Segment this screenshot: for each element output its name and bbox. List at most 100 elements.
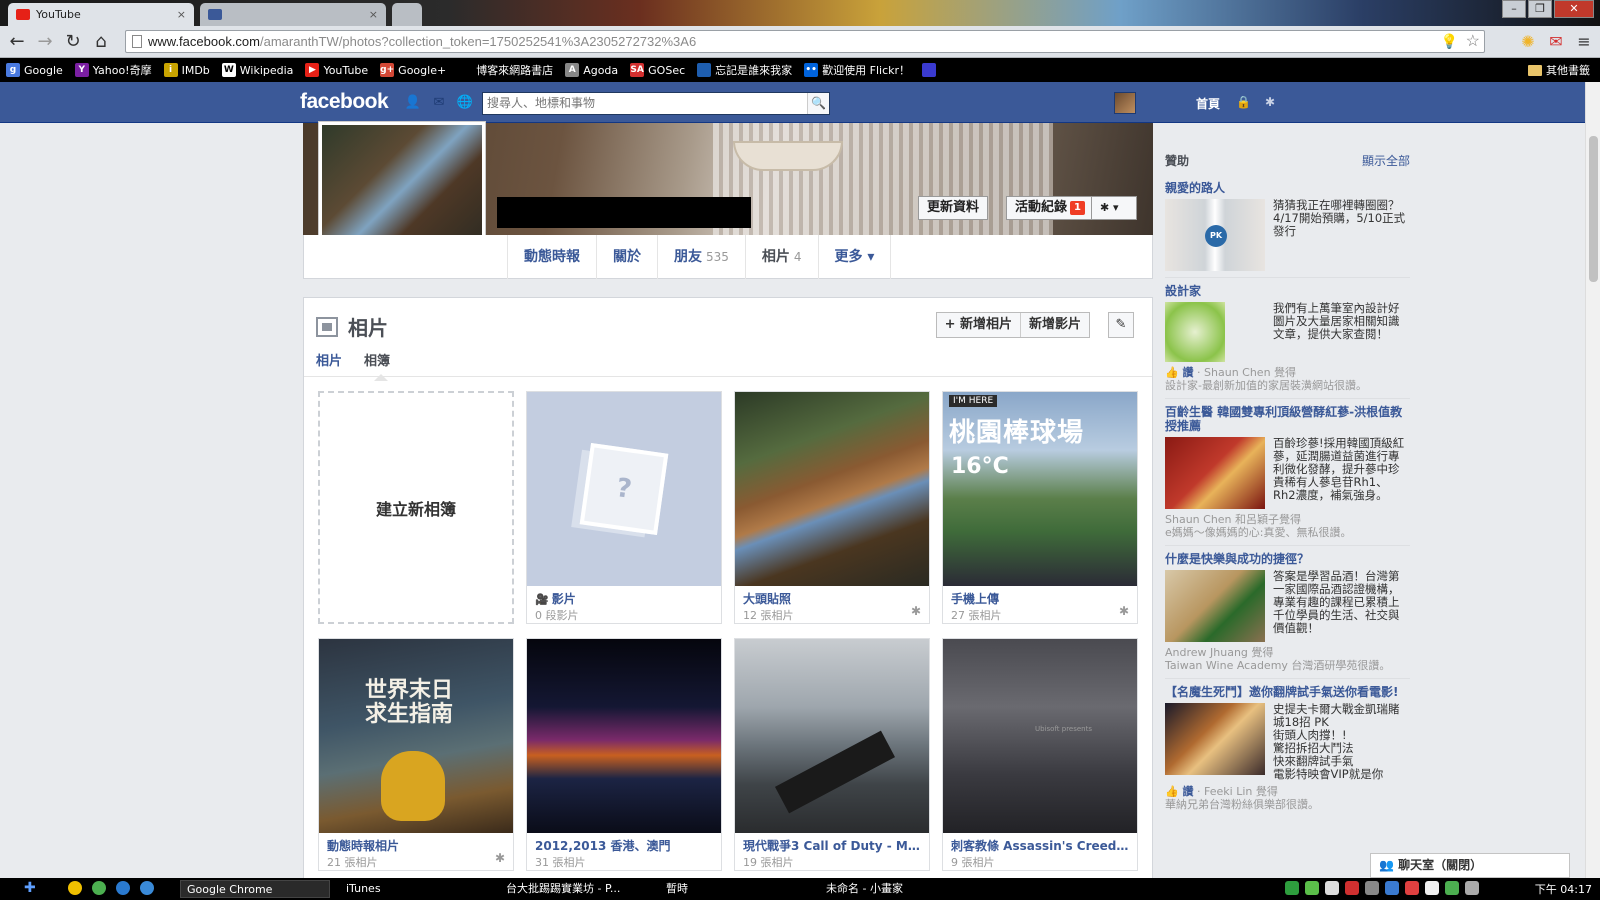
ad-title[interactable]: 百齡生醫 韓國雙專利頂級營酵紅蔘-洪根值教授推薦 (1165, 405, 1410, 433)
settings-gear-icon[interactable]: ✱ (1265, 95, 1275, 109)
taskbar-item[interactable]: iTunes (340, 880, 490, 898)
tray-icon[interactable] (1445, 881, 1459, 895)
restore-icon[interactable]: ❐ (1528, 0, 1552, 18)
album-gear-icon[interactable]: ✱ (495, 851, 505, 865)
album-title[interactable]: 🎥 影片 (535, 590, 713, 607)
ad-title[interactable]: 什麼是快樂與成功的捷徑？ (1165, 552, 1410, 566)
profile-tab[interactable]: 更多 ▾ (817, 235, 892, 279)
like-link[interactable]: 👍 讚 (1165, 785, 1194, 798)
page-scrollbar[interactable] (1585, 82, 1600, 878)
album-thumbnail[interactable] (527, 639, 721, 833)
ad-image[interactable] (1165, 302, 1265, 362)
taskbar-item[interactable]: 未命名 - 小畫家 (820, 880, 970, 898)
taskbar-item[interactable]: 暫時 (660, 880, 810, 898)
album-thumbnail[interactable] (735, 392, 929, 586)
bookmark-item[interactable]: ▶ YouTube (305, 63, 368, 77)
subtab-albums[interactable]: 相簿 (364, 350, 390, 381)
volume-icon[interactable] (1465, 881, 1479, 895)
tray-icon[interactable] (1345, 881, 1359, 895)
taskbar-item[interactable]: 台大批踢踢實業坊 - P... (500, 880, 650, 898)
home-icon[interactable]: ⌂ (90, 32, 112, 52)
tray-icon[interactable] (1305, 881, 1319, 895)
home-link[interactable]: 首頁 (1196, 95, 1220, 112)
album-timeline-photos[interactable]: 世界末日 求生指南 動態時報相片 21 張相片 ✱ (318, 638, 514, 871)
subtab-photos[interactable]: 相片 (316, 350, 342, 369)
forward-icon[interactable]: → (34, 32, 56, 52)
album-thumbnail[interactable]: Ubisoft presents (943, 639, 1137, 833)
bookmark-item[interactable]: W Wikipedia (221, 63, 293, 77)
ad-item[interactable]: 親愛的路人 PK 猜猜我正在哪裡轉圈圈？4/17開始預購，5/10正式發行 (1165, 175, 1410, 278)
bookmark-item[interactable]: i IMDb (163, 63, 210, 77)
chrome-icon[interactable] (92, 881, 106, 895)
ad-item[interactable]: 設計家 我們有上萬筆室內設計好圖片及大量居家相關知識文章，提供大家查閱！ 👍 讚… (1165, 278, 1410, 399)
ad-image[interactable]: PK (1165, 199, 1265, 271)
update-info-button[interactable]: 更新資料 (918, 196, 989, 220)
album-title[interactable]: 動態時報相片 (327, 837, 505, 854)
search-icon[interactable]: 🔍 (807, 93, 829, 114)
album-thumbnail[interactable]: 世界末日 求生指南 (319, 639, 513, 833)
album-title[interactable]: 刺客教條 Assassin's Creed II (951, 837, 1129, 854)
album-thumbnail[interactable]: ? (527, 392, 721, 586)
search-input[interactable]: 搜尋人、地標和事物 🔍 (482, 92, 830, 115)
bookmark-item[interactable]: SA GOSec (630, 63, 685, 77)
new-tab-button[interactable] (392, 3, 422, 26)
taskbar-item[interactable]: Google Chrome (180, 880, 330, 898)
tab-facebook[interactable]: × (200, 3, 386, 26)
activity-log-button[interactable]: 活動紀錄 1 (1006, 196, 1094, 220)
messages-icon[interactable]: ✉ (430, 94, 448, 112)
lightbulb-icon[interactable]: 💡 (1441, 31, 1458, 52)
facebook-logo[interactable]: facebook (300, 90, 389, 114)
album-videos[interactable]: ? 🎥 影片 0 段影片 (526, 391, 722, 624)
extension-sun-icon[interactable]: ✺ (1518, 32, 1538, 52)
privacy-shortcuts-icon[interactable]: 🔒 (1236, 95, 1251, 109)
tray-icon[interactable] (1385, 881, 1399, 895)
tab-youtube[interactable]: YouTube × (8, 3, 194, 26)
back-icon[interactable]: ← (6, 32, 28, 52)
album-title[interactable]: 現代戰爭3 Call of Duty - M... (743, 837, 921, 854)
tray-icon[interactable] (1405, 881, 1419, 895)
bookmark-item[interactable]: g+ Google+ (380, 63, 446, 77)
ad-item[interactable]: 百齡生醫 韓國雙專利頂級營酵紅蔘-洪根值教授推薦 百齡珍蔘!採用韓國頂級紅蔘，延… (1165, 399, 1410, 546)
album-call-of-duty[interactable]: 現代戰爭3 Call of Duty - M... 19 張相片 (734, 638, 930, 871)
album-title[interactable]: 2012,2013 香港、澳門 (535, 837, 713, 854)
album-title[interactable]: 大頭貼照 (743, 590, 921, 607)
ad-title[interactable]: 親愛的路人 (1165, 181, 1410, 195)
window-close-icon[interactable]: ✕ (1554, 0, 1594, 18)
album-thumbnail[interactable] (735, 639, 929, 833)
close-icon[interactable]: × (177, 8, 186, 21)
like-link[interactable]: 👍 讚 (1165, 366, 1194, 379)
album-gear-icon[interactable]: ✱ (911, 604, 921, 618)
album-assassins-creed[interactable]: Ubisoft presents 刺客教條 Assassin's Creed I… (942, 638, 1138, 871)
show-all-link[interactable]: 顯示全部 (1362, 152, 1410, 169)
bookmark-item[interactable] (922, 63, 940, 77)
start-button-icon[interactable]: ✚ (24, 881, 38, 895)
bookmark-item[interactable]: 忘記是誰來我家 (697, 62, 792, 78)
bookmark-item[interactable]: g Google (6, 63, 63, 77)
other-bookmarks-folder[interactable]: 其他書籤 (1528, 62, 1590, 78)
tray-icon[interactable] (1365, 881, 1379, 895)
profile-tab[interactable]: 關於 (596, 235, 657, 279)
add-video-button[interactable]: 新增影片 (1021, 313, 1089, 337)
tray-icon[interactable] (1285, 881, 1299, 895)
tray-icon[interactable] (1425, 881, 1439, 895)
menu-icon[interactable]: ≡ (1574, 32, 1594, 52)
album-profile-pictures[interactable]: 大頭貼照 12 張相片 ✱ (734, 391, 930, 624)
ad-image[interactable] (1165, 437, 1265, 509)
profile-tab[interactable]: 朋友 535 (657, 235, 745, 279)
album-gear-icon[interactable]: ✱ (1119, 604, 1129, 618)
album-title[interactable]: 手機上傳 (951, 590, 1129, 607)
album-mobile-uploads[interactable]: I'M HERE 桃園棒球場 16°C 手機上傳 27 張相片 ✱ (942, 391, 1138, 624)
edit-pencil-icon[interactable]: ✎ (1108, 312, 1134, 338)
profile-tab[interactable]: 動態時報 (507, 235, 596, 279)
ad-item[interactable]: 什麼是快樂與成功的捷徑？ 答案是學習品酒！台灣第一家國際品酒認證機構，專業有趣的… (1165, 546, 1410, 679)
bookmark-item[interactable]: Y Yahoo!奇摩 (74, 62, 152, 78)
album-hongkong-macau[interactable]: 2012,2013 香港、澳門 31 張相片 (526, 638, 722, 871)
quick-launch-icon[interactable] (68, 881, 82, 895)
notifications-icon[interactable]: 🌐 (456, 94, 474, 112)
bookmark-item[interactable]: 博客來網路書店 (458, 62, 553, 78)
add-photo-button[interactable]: + 新增相片 (937, 313, 1021, 337)
bookmark-item[interactable]: A Agoda (565, 63, 618, 77)
minimize-icon[interactable]: – (1502, 0, 1526, 18)
ad-title[interactable]: 設計家 (1165, 284, 1410, 298)
create-album-tile[interactable]: 建立新相簿 (318, 391, 514, 624)
